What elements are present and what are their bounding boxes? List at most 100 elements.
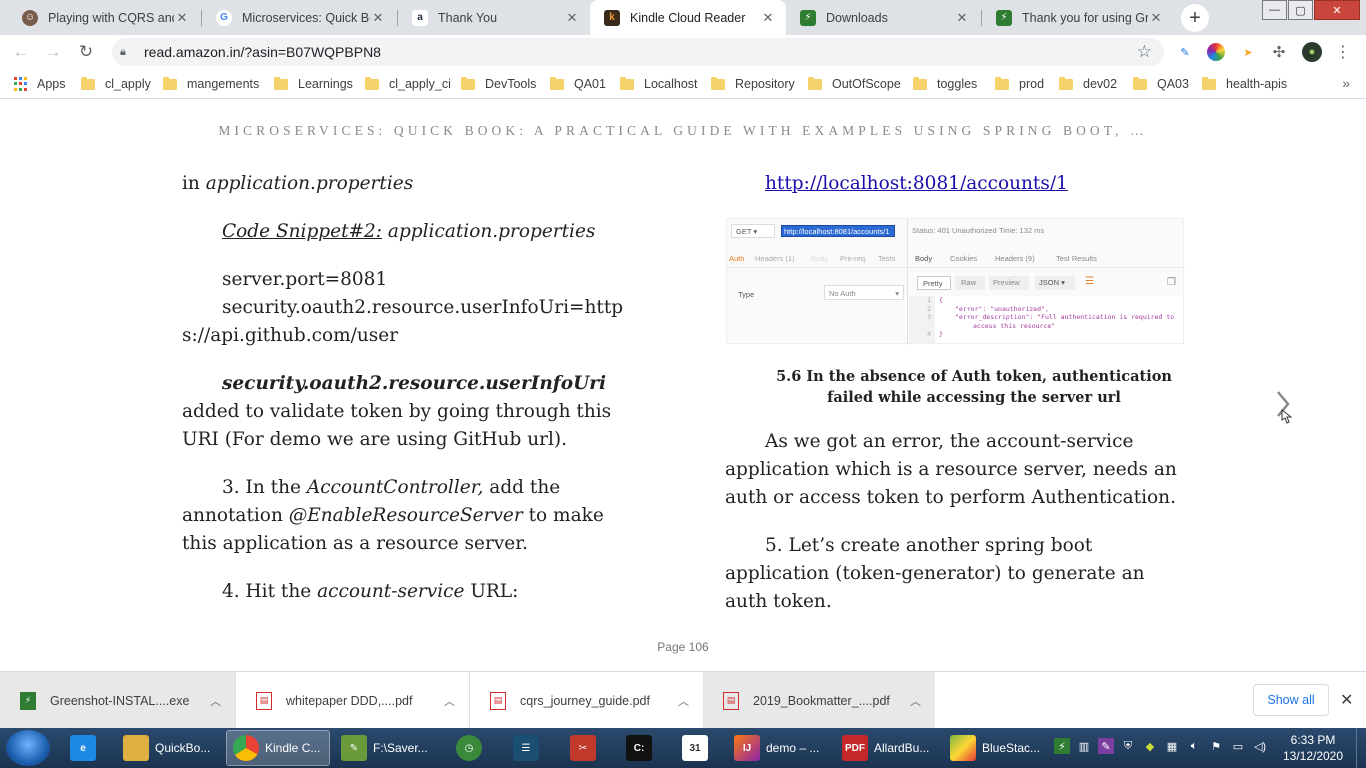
figure-caption: 5.6 In the absence of Auth token, authen…: [776, 368, 1172, 406]
shield-icon[interactable]: ⛨: [1120, 738, 1136, 754]
next-page-arrow[interactable]: [1270, 390, 1298, 430]
maximize-button[interactable]: ▢: [1288, 0, 1313, 20]
download-item[interactable]: ⚡ Greenshot-INSTAL....exe ︿: [0, 672, 235, 729]
bookmark-folder[interactable]: QA01: [550, 75, 606, 93]
chart-tray-icon[interactable]: ▥: [1076, 738, 1092, 754]
close-tab-icon[interactable]: ✕: [370, 10, 386, 26]
color-wheel-extension-icon[interactable]: [1207, 43, 1225, 61]
close-download-bar-icon[interactable]: ✕: [1340, 690, 1353, 710]
taskbar-bluestacks[interactable]: BlueStac...: [944, 730, 1048, 766]
greenshot-icon: ⚡: [800, 9, 816, 26]
folder-icon: [1059, 76, 1073, 90]
network-tray-icon[interactable]: ▦: [1164, 738, 1180, 754]
bookmark-folder[interactable]: health-apis: [1202, 75, 1287, 93]
taskbar-cmd[interactable]: C:: [620, 730, 662, 766]
tab-kindle-cloud-reader[interactable]: k Kindle Cloud Reader ✕: [590, 0, 786, 35]
folder-icon: [620, 76, 634, 90]
close-window-button[interactable]: ✕: [1314, 0, 1360, 20]
taskbar-explorer[interactable]: QuickBo...: [117, 730, 221, 766]
new-tab-button[interactable]: +: [1181, 4, 1209, 32]
bookmark-folder[interactable]: Learnings: [274, 75, 353, 93]
menu-dots-icon[interactable]: ⋮: [1334, 43, 1352, 61]
taskbar-calendar[interactable]: 31: [676, 730, 718, 766]
bookmark-folder[interactable]: OutOfScope: [808, 75, 901, 93]
browser-toolbar: ← → ↻ 🔒︎ read.amazon.in/?asin=B07WQPBPN8…: [0, 35, 1366, 69]
tab-cqrs[interactable]: ☺ Playing with CQRS and E ✕: [8, 0, 200, 35]
download-item[interactable]: ▤ cqrs_journey_guide.pdf ︿: [469, 672, 703, 729]
bookmarks-overflow-button[interactable]: »: [1342, 75, 1350, 91]
folder-icon: [550, 76, 564, 90]
address-bar[interactable]: 🔒︎ read.amazon.in/?asin=B07WQPBPN8 ☆: [112, 38, 1164, 66]
show-all-downloads-button[interactable]: Show all: [1253, 684, 1329, 716]
taskbar-terminal[interactable]: ☰: [507, 730, 549, 766]
minimize-button[interactable]: —: [1262, 0, 1287, 20]
back-button[interactable]: ←: [8, 39, 34, 65]
tab-downloads[interactable]: ⚡ Downloads ✕: [786, 0, 980, 35]
forward-button[interactable]: →: [40, 39, 66, 65]
chevron-up-icon[interactable]: ︿: [910, 693, 921, 709]
taskbar-chrome[interactable]: Kindle C...: [226, 730, 330, 766]
tab-greenshot-thanks[interactable]: ⚡ Thank you for using Gre ✕: [982, 0, 1174, 35]
bookmark-apps[interactable]: Apps: [14, 75, 66, 93]
response-time: Time: 132 ms: [999, 226, 1045, 235]
taskbar-intellij[interactable]: IJ demo – ...: [728, 730, 832, 766]
stack-tray-icon[interactable]: ◆: [1142, 738, 1158, 754]
chevron-up-icon[interactable]: ︿: [444, 693, 455, 709]
close-tab-icon[interactable]: ✕: [760, 10, 776, 26]
cmd-icon: C:: [626, 735, 652, 761]
server-url-link[interactable]: http://localhost:8081/accounts/1: [765, 173, 1068, 194]
greenshot-tray-icon[interactable]: ⚡: [1054, 738, 1070, 754]
bookmark-folder[interactable]: Repository: [711, 75, 795, 93]
response-tab: Cookies: [950, 254, 978, 263]
taskbar-clock-app[interactable]: ◷: [450, 730, 492, 766]
start-button[interactable]: [6, 730, 50, 766]
bookmark-folder[interactable]: prod: [995, 75, 1044, 93]
pdf-icon: PDF: [842, 735, 868, 761]
http-method-dropdown: GET ▾: [731, 224, 775, 238]
bookmark-folder[interactable]: dev02: [1059, 75, 1117, 93]
tab-microservices[interactable]: G Microservices: Quick Boo ✕: [202, 0, 396, 35]
display-icon[interactable]: ▭: [1230, 738, 1246, 754]
folder-icon: [1202, 76, 1216, 90]
bookmark-star-icon[interactable]: ☆: [1137, 42, 1152, 62]
bookmark-folder[interactable]: cl_apply: [81, 75, 151, 93]
close-tab-icon[interactable]: ✕: [954, 10, 970, 26]
close-tab-icon[interactable]: ✕: [564, 10, 580, 26]
bookmark-folder[interactable]: QA03: [1133, 75, 1189, 93]
folder-icon: [995, 76, 1009, 90]
eyedropper-extension-icon[interactable]: ✎: [1176, 43, 1194, 61]
taskbar-snipping[interactable]: ✂: [564, 730, 606, 766]
cursor-extension-icon[interactable]: ➤: [1239, 43, 1257, 61]
ie-icon: e: [70, 735, 96, 761]
close-tab-icon[interactable]: ✕: [1148, 10, 1164, 26]
bookmark-folder[interactable]: toggles: [913, 75, 977, 93]
taskbar-pdf-reader[interactable]: PDF AllardBu...: [836, 730, 940, 766]
bookmark-folder[interactable]: cl_apply_ci: [365, 75, 451, 93]
taskbar-clock[interactable]: 6:33 PM 13/12/2020: [1278, 732, 1348, 764]
extensions-puzzle-icon[interactable]: ✣: [1270, 43, 1288, 61]
volume-icon[interactable]: 🔈︎: [1186, 738, 1202, 754]
speaker-icon[interactable]: ◁): [1252, 738, 1268, 754]
folder-icon: [711, 76, 725, 90]
reload-button[interactable]: ↻: [73, 39, 99, 65]
profile-avatar[interactable]: ●: [1302, 42, 1322, 62]
pen-tray-icon[interactable]: ✎: [1098, 738, 1114, 754]
auth-type-label: Type: [738, 290, 755, 299]
flag-icon[interactable]: ⚑: [1208, 738, 1224, 754]
request-tab: Headers (1): [755, 254, 795, 263]
download-item[interactable]: ▤ 2019_Bookmatter_....pdf ︿: [703, 672, 935, 729]
folder-icon: [123, 735, 149, 761]
chevron-up-icon[interactable]: ︿: [210, 693, 221, 709]
show-desktop-button[interactable]: [1356, 728, 1366, 768]
taskbar-ie[interactable]: e: [64, 730, 106, 766]
bookmark-folder[interactable]: Localhost: [620, 75, 698, 93]
taskbar-notepad[interactable]: ✎ F:\Saver...: [335, 730, 439, 766]
chevron-up-icon[interactable]: ︿: [678, 693, 689, 709]
close-tab-icon[interactable]: ✕: [174, 10, 190, 26]
tab-thank-you[interactable]: a Thank You ✕: [398, 0, 590, 35]
format-dropdown: JSON ▾: [1035, 276, 1075, 290]
bookmark-folder[interactable]: DevTools: [461, 75, 536, 93]
paragraph: 3. In the AccountController, add the ann…: [182, 477, 604, 554]
download-item[interactable]: ▤ whitepaper DDD,....pdf ︿: [235, 672, 469, 729]
bookmark-folder[interactable]: mangements: [163, 75, 259, 93]
